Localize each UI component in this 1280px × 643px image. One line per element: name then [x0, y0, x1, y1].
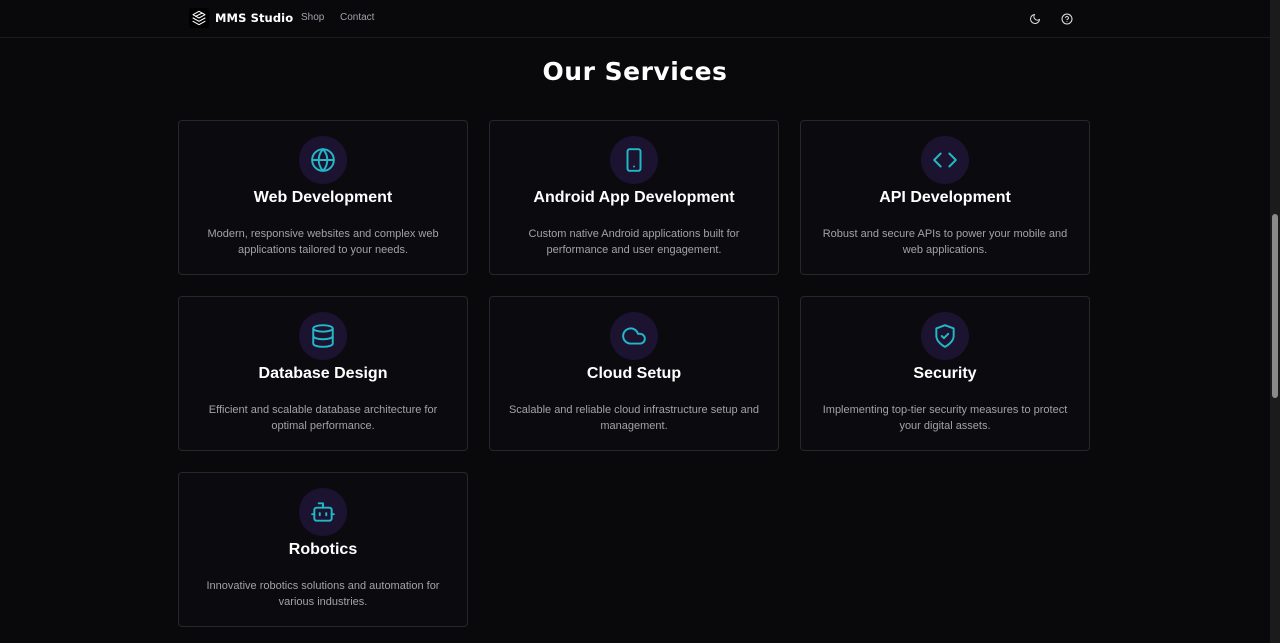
nav-link-contact[interactable]: Contact [340, 12, 374, 23]
service-card-web-development: Web Development Modern, responsive websi… [178, 120, 468, 275]
service-card-api-development: API Development Robust and secure APIs t… [800, 120, 1090, 275]
card-description: Robust and secure APIs to power your mob… [822, 228, 1068, 256]
scrollbar-thumb[interactable] [1272, 214, 1278, 398]
card-title: Web Development [253, 189, 393, 206]
service-card-security: Security Implementing top-tier security … [800, 296, 1090, 451]
card-title: Security [913, 365, 977, 382]
card-title: Database Design [258, 365, 388, 382]
card-title: Android App Development [533, 189, 735, 206]
service-card-database-design: Database Design Efficient and scalable d… [178, 296, 468, 451]
card-description: Scalable and reliable cloud infrastructu… [508, 404, 760, 432]
page-title: Our Services [542, 57, 728, 86]
database-icon [299, 312, 347, 360]
card-title: Robotics [288, 541, 358, 558]
brand-link[interactable]: MMS Studio [189, 8, 293, 28]
card-title: Cloud Setup [586, 365, 682, 382]
code-icon [921, 136, 969, 184]
brand-name: MMS Studio [215, 11, 294, 25]
help-circle-icon[interactable] [1058, 10, 1076, 28]
card-description: Efficient and scalable database architec… [208, 404, 438, 432]
service-card-cloud-setup: Cloud Setup Scalable and reliable cloud … [489, 296, 779, 451]
card-description: Custom native Android applications built… [528, 228, 740, 256]
navbar: MMS Studio Shop Contact [0, 0, 1270, 38]
cloud-icon [610, 312, 658, 360]
logo-icon [189, 8, 209, 28]
nav-link-shop[interactable]: Shop [301, 12, 324, 23]
moon-icon[interactable] [1026, 10, 1044, 28]
card-title: API Development [879, 189, 1011, 206]
bot-icon [299, 488, 347, 536]
globe-icon [299, 136, 347, 184]
card-description: Innovative robotics solutions and automa… [206, 580, 440, 608]
service-card-android-app-development: Android App Development Custom native An… [489, 120, 779, 275]
card-description: Implementing top-tier security measures … [822, 404, 1068, 432]
service-card-robotics: Robotics Innovative robotics solutions a… [178, 472, 468, 627]
shield-check-icon [921, 312, 969, 360]
card-description: Modern, responsive websites and complex … [207, 228, 439, 256]
scrollbar[interactable] [1270, 0, 1280, 643]
smartphone-icon [610, 136, 658, 184]
